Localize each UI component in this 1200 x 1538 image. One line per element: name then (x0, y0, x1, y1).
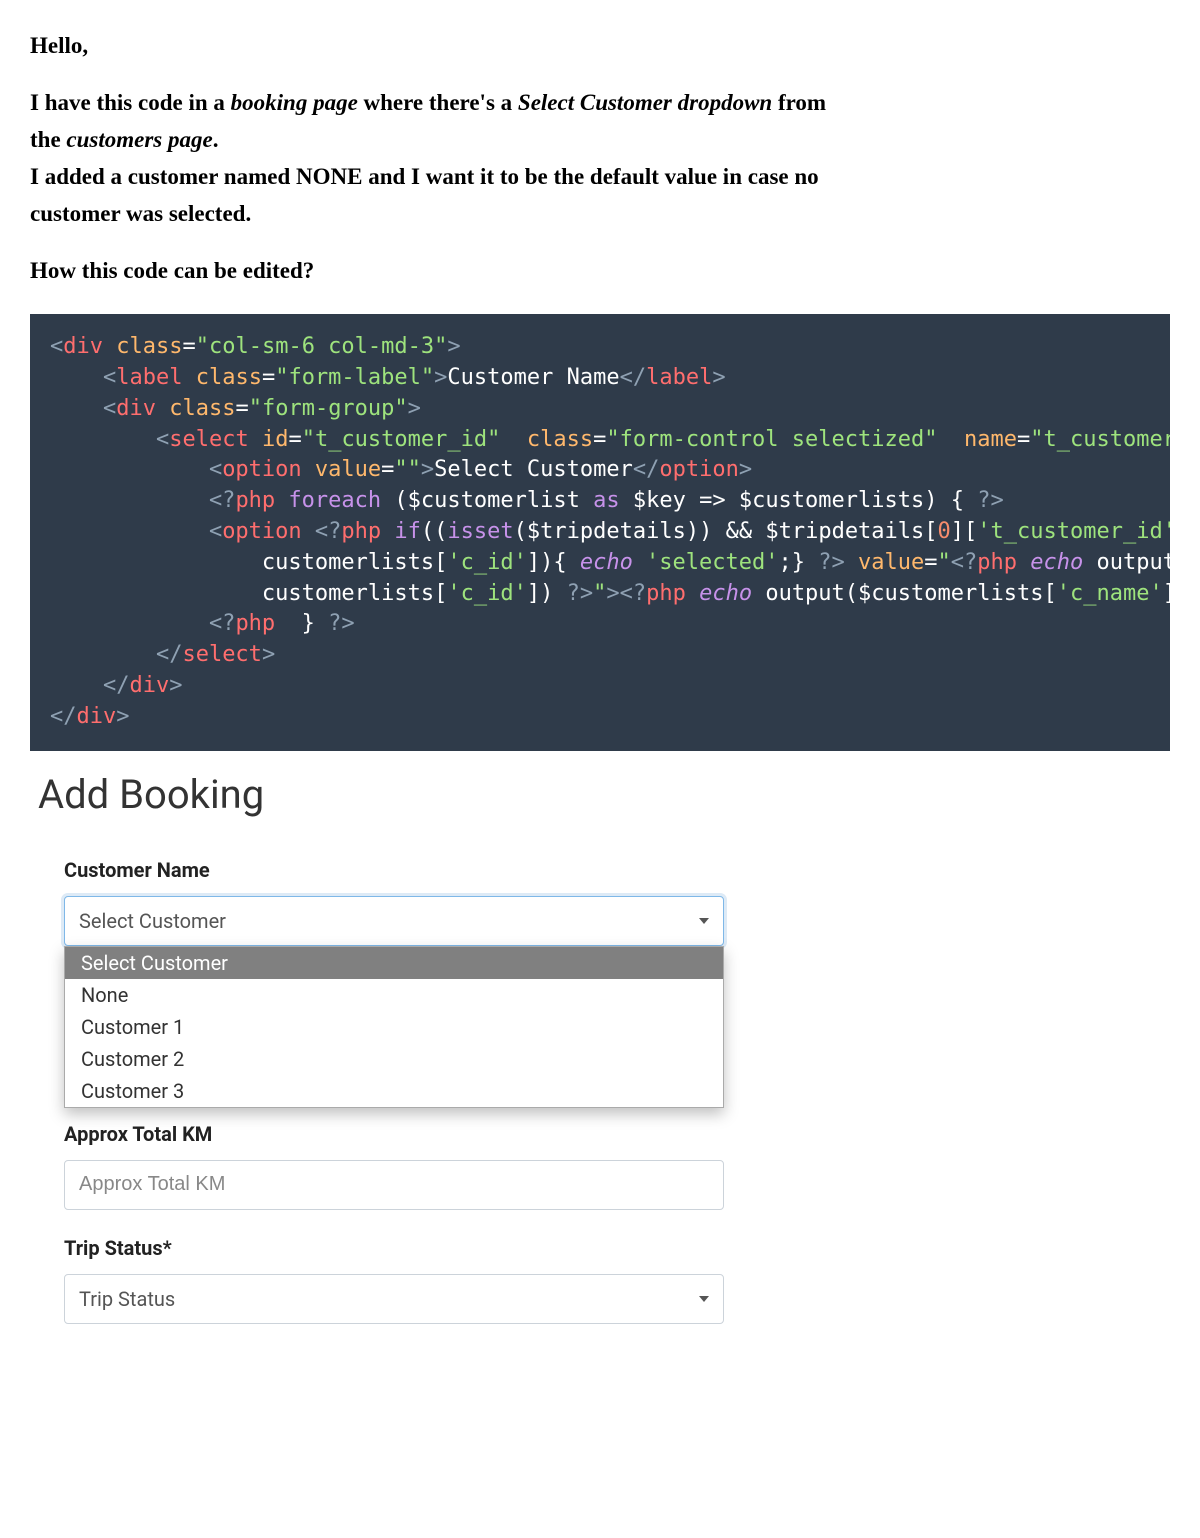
approx-input-wrap[interactable] (64, 1160, 724, 1210)
status-label: Trip Status* (64, 1236, 750, 1260)
form-screenshot: Add Booking Customer Name Select Custome… (30, 771, 770, 1324)
intro-line-3: I added a customer named NONE and I want… (30, 161, 1170, 192)
approx-input[interactable] (79, 1173, 709, 1196)
question-intro: Hello, I have this code in a booking pag… (30, 30, 1170, 286)
chevron-down-icon (699, 1296, 709, 1302)
code-block: <div class="col-sm-6 col-md-3"> <label c… (30, 314, 1170, 750)
dropdown-option[interactable]: Customer 2 (65, 1043, 723, 1075)
greeting: Hello, (30, 30, 1170, 61)
approx-group: Approx Total KM (64, 1122, 750, 1210)
status-select[interactable]: Trip Status (64, 1274, 724, 1324)
customer-dropdown-list: Select Customer None Customer 1 Customer… (64, 946, 724, 1108)
intro-question: How this code can be edited? (30, 255, 1170, 286)
dropdown-option[interactable]: Select Customer (65, 947, 723, 979)
customer-select[interactable]: Select Customer (64, 896, 724, 946)
dropdown-option[interactable]: Customer 3 (65, 1075, 723, 1107)
page-title: Add Booking (38, 771, 770, 818)
intro-line-2: the customers page. (30, 124, 1170, 155)
status-select-value: Trip Status (79, 1287, 175, 1311)
customer-label: Customer Name (64, 858, 750, 882)
dropdown-option[interactable]: Customer 1 (65, 1011, 723, 1043)
intro-line-4: customer was selected. (30, 198, 1170, 229)
status-group: Trip Status* Trip Status (64, 1236, 750, 1324)
chevron-down-icon (699, 918, 709, 924)
customer-group: Customer Name Select Customer Select Cus… (64, 858, 750, 946)
dropdown-option[interactable]: None (65, 979, 723, 1011)
approx-label: Approx Total KM (64, 1122, 750, 1146)
customer-select-value: Select Customer (79, 909, 226, 933)
intro-line-1: I have this code in a booking page where… (30, 87, 1170, 118)
